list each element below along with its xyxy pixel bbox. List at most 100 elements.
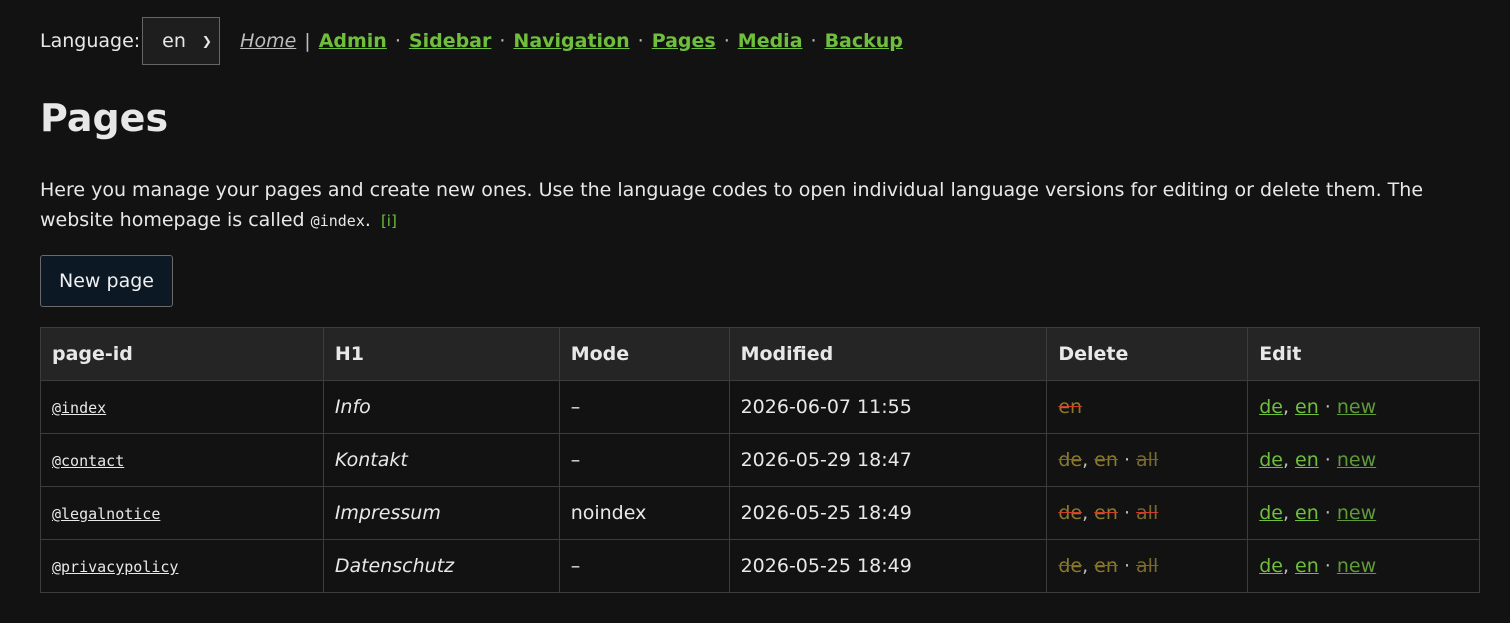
intro-text: Here you manage your pages and create ne… (40, 175, 1440, 236)
cell-edit: de, en · new (1247, 486, 1480, 540)
pages-table: page-id H1 Mode Modified Delete Edit @in… (40, 327, 1480, 593)
page-id-link[interactable]: @contact (52, 452, 124, 470)
edit-new-link[interactable]: new (1337, 555, 1376, 577)
cell-h1: Datenschutz (322, 539, 560, 593)
chevron-down-icon: ❯ (201, 34, 212, 48)
cell-page-id: @index (40, 380, 324, 434)
nav-media-link[interactable]: Media (738, 30, 803, 52)
delete-de-link[interactable]: de (1058, 555, 1082, 577)
nav-admin-link[interactable]: Admin (319, 30, 387, 52)
edit-new-link[interactable]: new (1337, 396, 1376, 418)
comma: , (1082, 502, 1095, 524)
table-row: @privacypolicy Datenschutz – 2026-05-25 … (40, 539, 1480, 593)
nav-dot: · (1318, 449, 1337, 471)
nav-home-link[interactable]: Home (240, 30, 296, 52)
edit-en-link[interactable]: en (1295, 502, 1319, 524)
intro-period: . (364, 209, 371, 231)
homepage-code: @index (310, 212, 365, 230)
nav-dot: · (1318, 502, 1337, 524)
cell-modified: 2026-05-25 18:49 (728, 486, 1048, 540)
edit-new-link[interactable]: new (1337, 502, 1376, 524)
cell-page-id: @legalnotice (40, 486, 324, 540)
edit-en-link[interactable]: en (1295, 555, 1319, 577)
nav-dot: · (394, 30, 401, 52)
col-header-modified: Modified (728, 327, 1048, 381)
col-header-delete: Delete (1046, 327, 1249, 381)
edit-de-link[interactable]: de (1259, 396, 1283, 418)
cell-h1: Kontakt (322, 433, 560, 487)
nav-dot: · (499, 30, 506, 52)
nav-separator: | (304, 30, 311, 52)
comma: , (1282, 555, 1296, 577)
delete-en-link[interactable]: en (1094, 555, 1118, 577)
delete-all-link[interactable]: all (1136, 449, 1158, 471)
cell-edit: de, en · new (1247, 539, 1480, 593)
language-select[interactable]: en ❯ (142, 17, 221, 65)
cell-page-id: @privacypolicy (40, 539, 324, 593)
cell-h1: Info (322, 380, 560, 434)
page-id-link[interactable]: @index (52, 399, 106, 417)
nav-dot: · (1318, 555, 1337, 577)
delete-en-link[interactable]: en (1094, 502, 1118, 524)
comma: , (1082, 449, 1095, 471)
nav-backup-link[interactable]: Backup (825, 30, 903, 52)
page-id-link[interactable]: @privacypolicy (52, 558, 178, 576)
comma: , (1282, 396, 1296, 418)
cell-edit: de, en · new (1247, 433, 1480, 487)
cell-mode: – (558, 380, 730, 434)
edit-en-link[interactable]: en (1295, 396, 1319, 418)
cell-mode: noindex (558, 486, 730, 540)
edit-de-link[interactable]: de (1259, 502, 1283, 524)
cell-modified: 2026-05-29 18:47 (728, 433, 1048, 487)
nav-dot: · (637, 30, 644, 52)
breadcrumb-nav: Home | Admin · Sidebar · Navigation · Pa… (240, 30, 903, 52)
cell-mode: – (558, 539, 730, 593)
col-header-edit: Edit (1247, 327, 1480, 381)
delete-all-link[interactable]: all (1136, 502, 1158, 524)
edit-de-link[interactable]: de (1259, 449, 1283, 471)
edit-en-link[interactable]: en (1295, 449, 1319, 471)
language-selected-value: en (162, 30, 186, 52)
delete-en-link[interactable]: en (1058, 396, 1082, 418)
page-id-link[interactable]: @legalnotice (52, 505, 160, 523)
cell-mode: – (558, 433, 730, 487)
delete-de-link[interactable]: de (1058, 449, 1082, 471)
nav-dot: · (723, 30, 730, 52)
cell-h1: Impressum (322, 486, 560, 540)
top-bar: Language: en ❯ Home | Admin · Sidebar · … (40, 17, 903, 65)
cell-delete: de, en · all (1046, 433, 1249, 487)
edit-de-link[interactable]: de (1259, 555, 1283, 577)
cell-modified: 2026-06-07 11:55 (728, 380, 1048, 434)
col-header-mode: Mode (558, 327, 730, 381)
delete-de-link[interactable]: de (1058, 502, 1082, 524)
table-row: @contact Kontakt – 2026-05-29 18:47 de, … (40, 433, 1480, 487)
delete-all-link[interactable]: all (1136, 555, 1158, 577)
cell-delete: de, en · all (1046, 539, 1249, 593)
col-header-page-id: page-id (40, 327, 324, 381)
cell-modified: 2026-05-25 18:49 (728, 539, 1048, 593)
cell-page-id: @contact (40, 433, 324, 487)
table-row: @legalnotice Impressum noindex 2026-05-2… (40, 486, 1480, 540)
comma: , (1282, 502, 1296, 524)
cell-edit: de, en · new (1247, 380, 1480, 434)
edit-new-link[interactable]: new (1337, 449, 1376, 471)
col-header-h1: H1 (322, 327, 560, 381)
comma: , (1082, 555, 1095, 577)
table-header-row: page-id H1 Mode Modified Delete Edit (40, 327, 1480, 381)
table-row: @index Info – 2026-06-07 11:55 en de, en… (40, 380, 1480, 434)
nav-dot: · (1117, 449, 1137, 471)
nav-navigation-link[interactable]: Navigation (513, 30, 629, 52)
nav-dot: · (1318, 396, 1337, 418)
comma: , (1282, 449, 1296, 471)
nav-sidebar-link[interactable]: Sidebar (409, 30, 491, 52)
cell-delete: de, en · all (1046, 486, 1249, 540)
nav-dot: · (810, 30, 817, 52)
delete-en-link[interactable]: en (1094, 449, 1118, 471)
new-page-button[interactable]: New page (40, 255, 173, 307)
nav-dot: · (1117, 555, 1137, 577)
intro-sentence: Here you manage your pages and create ne… (40, 179, 1424, 231)
nav-pages-link[interactable]: Pages (652, 30, 716, 52)
page-title: Pages (40, 96, 169, 140)
info-icon[interactable]: [i] (381, 212, 397, 230)
nav-dot: · (1117, 502, 1137, 524)
